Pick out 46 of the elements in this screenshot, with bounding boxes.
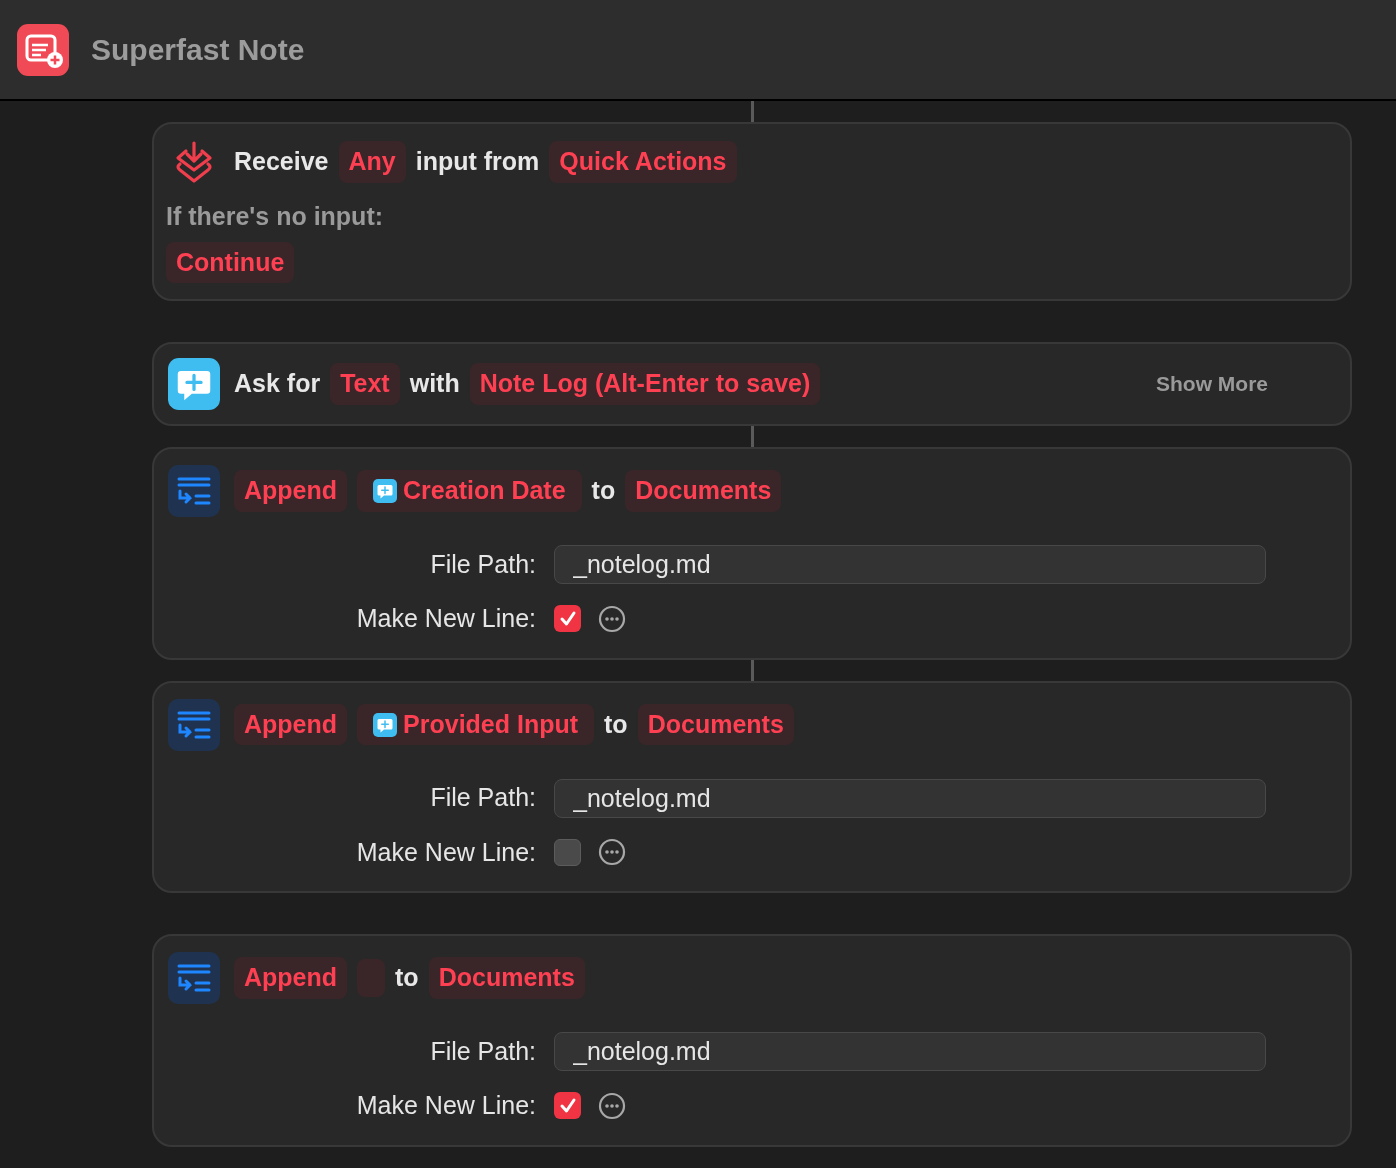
variable-token[interactable]: Provided Input — [357, 703, 595, 746]
more-options-icon[interactable] — [598, 604, 626, 633]
file-path-field[interactable]: _notelog.md — [554, 778, 1266, 818]
field-label: Make New Line: — [355, 603, 536, 634]
field-label: File Path: — [429, 1035, 536, 1067]
parameter-token[interactable]: Continue — [166, 241, 295, 283]
append-lines-icon — [168, 698, 220, 751]
action-text: Receive — [234, 146, 329, 178]
speech-bubble-icon — [373, 712, 398, 737]
file-path-field[interactable]: _notelog.md — [554, 1032, 1266, 1071]
append-lines-icon — [168, 952, 220, 1004]
field-label: File Path: — [429, 548, 536, 580]
download-tray-icon — [174, 140, 214, 184]
shortcut-title: Superfast Note — [91, 32, 305, 68]
more-options-icon[interactable] — [598, 1091, 626, 1120]
action-text: to — [604, 708, 628, 740]
variable-token[interactable]: Creation Date — [357, 470, 582, 512]
file-path-field[interactable]: _notelog.md — [554, 545, 1266, 584]
checkbox[interactable] — [554, 838, 581, 866]
parameter-token[interactable]: Any — [338, 141, 406, 183]
show-more-button[interactable]: Show More — [1156, 368, 1268, 400]
parameter-token[interactable]: Documents — [637, 703, 794, 746]
field-label: Make New Line: — [355, 1090, 536, 1121]
parameter-token[interactable]: Documents — [428, 957, 585, 999]
action-text: to — [395, 962, 419, 994]
parameter-token[interactable]: Documents — [625, 470, 782, 512]
action-text: to — [591, 475, 616, 507]
parameter-token[interactable]: Append — [234, 957, 348, 999]
field-label: File Path: — [429, 782, 536, 814]
speech-bubble-icon — [168, 358, 220, 410]
parameter-token[interactable]: Text — [330, 363, 400, 405]
action-text: input from — [415, 146, 540, 178]
action-text: with — [409, 368, 460, 400]
parameter-token[interactable]: Append — [234, 470, 348, 512]
speech-bubble-icon — [373, 479, 398, 503]
parameter-token[interactable]: Quick Actions — [549, 141, 737, 183]
no-input-label: If there's no input: — [166, 201, 384, 232]
note-app-icon — [17, 23, 69, 76]
parameter-token[interactable]: Note Log (Alt-Enter to save) — [469, 363, 821, 405]
action-text: Ask for — [234, 368, 321, 400]
field-label: Make New Line: — [355, 836, 536, 868]
checkbox[interactable] — [554, 605, 581, 633]
more-options-icon[interactable] — [598, 838, 626, 867]
append-lines-icon — [168, 465, 220, 517]
checkbox[interactable] — [554, 1092, 581, 1120]
parameter-token[interactable]: Append — [234, 703, 348, 746]
